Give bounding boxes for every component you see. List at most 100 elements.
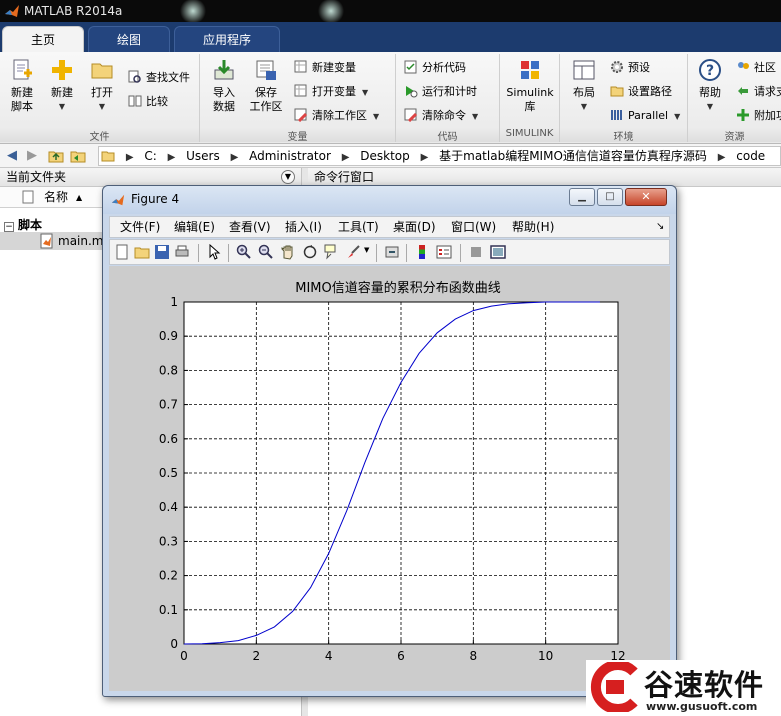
save-icon[interactable] xyxy=(154,244,170,260)
y-tick-label: 0.2 xyxy=(159,569,178,583)
find-files-label: 查找文件 xyxy=(146,71,190,84)
section-label-file: 文件 xyxy=(0,128,199,143)
zoom-in-icon[interactable] xyxy=(236,244,252,260)
menu-desktop[interactable]: 桌面(D) xyxy=(393,217,436,237)
breadcrumb-item[interactable]: Users xyxy=(186,147,220,165)
save-workspace-button[interactable]: 保存 工作区 xyxy=(244,58,288,114)
legend-icon[interactable] xyxy=(436,244,452,260)
minimize-button[interactable]: ▁ xyxy=(569,188,595,206)
chart-title: MIMO信道容量的累积分布函数曲线 xyxy=(295,280,501,296)
toolbar-separator xyxy=(406,244,407,262)
open-variable-button[interactable]: 打开变量 ▼ xyxy=(294,82,368,102)
find-files-icon xyxy=(128,70,141,83)
community-button[interactable]: 社区 xyxy=(736,58,776,78)
parallel-button[interactable]: Parallel ▼ xyxy=(610,106,680,126)
collapse-icon[interactable]: − xyxy=(4,222,14,232)
breadcrumb-separator: ▶ xyxy=(167,152,176,163)
zoom-out-icon[interactable] xyxy=(258,244,274,260)
compare-icon xyxy=(128,95,142,107)
matlab-logo-icon xyxy=(111,194,125,206)
layout-icon xyxy=(573,60,595,80)
matlab-logo-icon xyxy=(5,5,19,17)
forward-arrow-icon[interactable]: ▶ xyxy=(24,148,40,164)
rotate-icon[interactable] xyxy=(302,244,318,260)
up-folder-icon[interactable] xyxy=(48,148,64,164)
tab-plots[interactable]: 绘图 xyxy=(88,26,170,52)
maximize-button[interactable]: □ xyxy=(597,188,623,206)
breadcrumb-item[interactable]: C: xyxy=(144,147,156,165)
addons-button[interactable]: 附加功 xyxy=(736,106,781,126)
back-arrow-icon[interactable]: ◀ xyxy=(4,148,20,164)
clear-commands-button[interactable]: 清除命令 ▼ xyxy=(404,106,478,126)
dock-arrow-icon[interactable]: ↘ xyxy=(656,217,664,237)
clear-workspace-button[interactable]: 清除工作区 ▼ xyxy=(294,106,379,126)
menu-edit[interactable]: 编辑(E) xyxy=(174,217,215,237)
simulink-library-button[interactable]: Simulink 库 xyxy=(504,58,556,114)
chevron-down-icon: ▼ xyxy=(373,112,380,121)
breadcrumb-separator: ▶ xyxy=(125,152,134,163)
chevron-down-icon[interactable]: ▼ xyxy=(364,246,369,254)
file-name: main.m xyxy=(58,234,104,248)
colorbar-icon[interactable] xyxy=(414,244,430,260)
link-icon[interactable] xyxy=(384,244,400,260)
close-button[interactable]: ✕ xyxy=(625,188,667,206)
chevron-down-icon: ▼ xyxy=(362,88,369,97)
new-variable-button[interactable]: 新建变量 xyxy=(294,58,356,78)
figure-canvas[interactable]: MIMO信道容量的累积分布函数曲线 0 2 4 6 8 10 12 0 0.1 0.2 0.3 0.… xyxy=(109,266,670,691)
request-support-button[interactable]: 请求支 xyxy=(736,82,781,102)
menu-tools[interactable]: 工具(T) xyxy=(338,217,379,237)
breadcrumb-item[interactable]: Administrator xyxy=(249,147,331,165)
figure-title-bar[interactable]: Figure 4 ▁ □ ✕ xyxy=(103,186,676,214)
open-button[interactable]: 打开 ▼ xyxy=(80,58,124,114)
compare-button[interactable]: 比较 xyxy=(128,92,168,112)
y-tick-label: 0.7 xyxy=(159,398,178,412)
run-time-icon xyxy=(406,86,418,98)
help-button[interactable]: ? 帮助 ▼ xyxy=(688,58,732,114)
column-name[interactable]: 名称 xyxy=(44,187,68,208)
data-cursor-icon[interactable] xyxy=(324,244,340,260)
watermark-logo-icon xyxy=(590,662,638,712)
set-path-button[interactable]: 设置路径 xyxy=(610,82,672,102)
menu-view[interactable]: 查看(V) xyxy=(229,217,271,237)
request-support-label: 请求支 xyxy=(754,85,781,98)
new-script-button[interactable]: 新建 脚本 xyxy=(0,58,44,114)
sort-ascending-icon[interactable]: ▲ xyxy=(76,187,82,208)
y-tick-label: 0.3 xyxy=(159,534,178,548)
hide-tools-icon[interactable] xyxy=(468,244,484,260)
show-tools-icon[interactable] xyxy=(490,244,506,260)
breadcrumb-item[interactable]: 基于matlab编程MIMO通信信道容量仿真程序源码 xyxy=(439,147,707,165)
menu-file[interactable]: 文件(F) xyxy=(120,217,160,237)
breadcrumb[interactable]: ▶ C: ▶ Users ▶ Administrator ▶ Desktop ▶… xyxy=(98,146,781,166)
x-tick-label: 0 xyxy=(180,649,188,663)
analyze-code-button[interactable]: 分析代码 xyxy=(404,58,466,78)
open-icon[interactable] xyxy=(134,244,150,260)
addons-icon xyxy=(737,109,749,121)
pan-icon[interactable] xyxy=(280,244,296,260)
new-figure-icon[interactable] xyxy=(114,244,130,260)
print-icon[interactable] xyxy=(174,244,190,260)
breadcrumb-item[interactable]: Desktop xyxy=(360,147,410,165)
ribbon: 新建 脚本 新建 ▼ 打开 ▼ 查找文件 比较 文件 导入 数据 保存 工作区 xyxy=(0,52,781,144)
find-files-button[interactable]: 查找文件 xyxy=(128,68,190,88)
tab-home[interactable]: 主页 xyxy=(2,26,84,52)
open-label: 打开 xyxy=(91,86,113,99)
run-and-time-button[interactable]: 运行和计时 xyxy=(404,82,477,102)
save-workspace-label: 保存 工作区 xyxy=(249,86,283,113)
section-label-simulink: SIMULINK xyxy=(500,128,559,142)
new-button[interactable]: 新建 ▼ xyxy=(40,58,84,114)
preferences-button[interactable]: 预设 xyxy=(610,58,650,78)
breadcrumb-item[interactable]: code xyxy=(736,147,765,165)
menu-window[interactable]: 窗口(W) xyxy=(451,217,496,237)
pointer-icon[interactable] xyxy=(206,244,222,260)
menu-insert[interactable]: 插入(I) xyxy=(285,217,322,237)
tab-apps[interactable]: 应用程序 xyxy=(174,26,280,52)
brush-icon[interactable] xyxy=(346,244,362,260)
address-bar: ◀ ▶ ▶ C: ▶ Users ▶ Administrator ▶ Deskt… xyxy=(0,144,781,168)
import-data-button[interactable]: 导入 数据 xyxy=(202,58,246,114)
plus-icon xyxy=(52,60,72,80)
panel-menu-icon[interactable]: ▼ xyxy=(281,170,295,184)
layout-button[interactable]: 布局 ▼ xyxy=(562,58,606,114)
menu-help[interactable]: 帮助(H) xyxy=(512,217,554,237)
browse-folder-icon[interactable] xyxy=(70,148,86,164)
tree-group-scripts[interactable]: − 脚本 xyxy=(4,216,42,233)
